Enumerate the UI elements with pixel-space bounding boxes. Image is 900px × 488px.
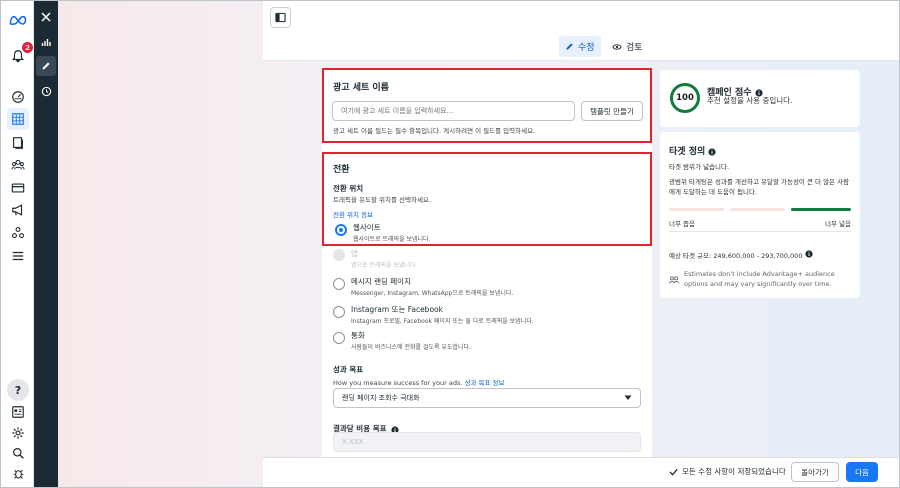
audience-status: 타겟 범위가 넓습니다. [669,163,730,171]
notifications-icon[interactable]: 2 [7,42,33,67]
estimate-note-line1: Estimates don't include Advantage+ audie… [684,270,835,278]
business-assets-icon[interactable] [7,222,29,244]
performance-goal-link[interactable]: 성과 목표 정보 [465,379,505,387]
radio-website[interactable] [335,224,347,236]
audience-title: 타겟 정의 [669,147,706,157]
meter-broad-segment [791,208,851,211]
search-icon[interactable] [7,442,29,464]
score-value: 100 [676,93,694,103]
close-icon[interactable] [36,7,56,27]
campaigns-table-icon[interactable] [7,108,29,130]
conversion-location-desc: 트래픽을 유도할 위치를 선택하세요. [333,196,431,204]
performance-goal-desc-line: How you measure success for your ads. 성과… [333,377,505,387]
app-window: 2 ? 수정 검토 광고 세트 이름 여기에 광고 세트 이름을 입력하세요..… [0,0,900,488]
checkmark-icon [669,468,678,476]
estimate-note: Estimates don't include Advantage+ audie… [684,269,835,289]
billing-card-icon[interactable] [7,177,29,199]
meter-broad-label: 너무 넓음 [825,220,851,228]
conversion-heading: 전환 [333,165,350,175]
all-tools-menu-icon[interactable] [7,245,29,267]
radio-app[interactable] [333,249,345,261]
audience-title-row: 타겟 정의 [669,141,716,160]
help-icon[interactable]: ? [7,379,29,401]
save-status-text: 모든 수정 사항이 저장되었습니다 [682,467,786,476]
adset-name-input[interactable]: 여기에 광고 세트 이름을 입력하세요... [332,101,575,121]
option-message-desc: Messenger, Instagram, WhatsApp으로 트래픽을 보냅… [351,290,514,297]
option-calls-title: 통화 [351,331,365,340]
score-desc: 추천 설정을 사용 중입니다. [707,96,793,105]
toggle-panel-button[interactable] [270,7,291,28]
score-ring: 100 [669,82,701,114]
bar-chart-icon[interactable] [36,32,56,52]
back-button[interactable]: 돌아가기 [791,462,839,482]
create-template-button[interactable]: 템플릿 만들기 [581,101,643,121]
performance-goal-select[interactable]: 랜딩 페이지 조회수 극대화 [333,388,641,408]
bug-report-icon[interactable] [7,462,29,484]
option-app-desc: 앱으로 트래픽을 보냅니다. [351,262,418,269]
cost-goal-input[interactable]: X.XXX [333,432,641,452]
settings-gear-icon[interactable] [7,422,29,444]
estimated-reach: 예상 타겟 규모: 249,600,000 - 293,700,000 [669,252,803,260]
editor-rail [34,1,58,487]
audience-info-icon[interactable] [708,141,716,160]
megaphone-icon[interactable] [7,199,29,221]
meta-logo-icon[interactable] [7,9,29,31]
conversion-location-label: 전환 위치 [333,184,364,193]
estimate-note-icon [669,270,679,289]
option-igfb-desc: Instagram 프로필, Facebook 페이지 또는 둘 다로 트래픽을… [351,318,534,325]
campaign-score-card: 100 캠페인 점수 추천 설정을 사용 중입니다. [660,70,860,127]
next-button[interactable]: 다음 [846,462,878,482]
estimate-note-line2: options and may vary significantly over … [684,280,832,288]
radio-message-landing[interactable] [333,278,345,290]
adset-name-heading: 광고 세트 이름 [333,83,389,93]
audience-desc: 광범위 타게팅은 성과를 개선하고 유달할 가능성이 큰 더 많은 사람에게 도… [669,178,850,196]
divider [669,231,851,232]
save-status: 모든 수정 사항이 저장되었습니다 [669,466,786,477]
meter-narrow-segment [669,208,724,211]
sidebar-toggle-icon [275,12,286,23]
conversion-section: 전환 전환 위치 트래픽을 유도할 위치를 선택하세요. 전환 위치 정보 웹사… [322,152,652,246]
radio-instagram-facebook[interactable] [333,306,345,318]
performance-goal-value: 랜딩 페이지 조회수 극대화 [342,394,420,402]
meter-narrow-label: 너무 좁음 [669,220,695,228]
option-website-desc: 웹사이트로 트래픽을 보냅니다. [353,236,431,243]
tab-review-label: 검토 [626,43,643,53]
edit-pencil-icon[interactable] [36,56,56,76]
option-app-title: 앱 [351,249,358,258]
performance-goal-desc: How you measure success for your ads. [333,379,463,387]
tab-edit[interactable]: 수정 [559,36,601,57]
audiences-icon[interactable] [7,154,29,176]
audience-definition-card: 타겟 정의 타겟 범위가 넓습니다. 광범위 타게팅은 성과를 개선하고 유달할… [660,132,860,298]
conversion-info-link[interactable]: 전환 위치 정보 [333,209,373,219]
option-website-title: 웹사이트 [353,223,381,232]
adset-name-section: 광고 세트 이름 여기에 광고 세트 이름을 입력하세요... 템플릿 만들기 … [322,68,652,143]
option-calls-desc: 사람들이 비즈니스에 전화를 걸도록 유도합니다. [351,344,471,351]
adset-name-helper: 광고 세트 이름 필드는 필수 항목입니다. 게시하려면 이 필드를 입력하세요… [333,127,536,135]
pencil-icon [566,43,573,50]
news-icon[interactable] [7,401,29,423]
tab-edit-label: 수정 [578,43,595,53]
dropdown-caret-icon [624,395,632,403]
dashboard-icon[interactable] [7,86,29,108]
tab-review[interactable]: 검토 [606,36,649,57]
performance-goal-label: 성과 목표 [333,365,364,374]
notification-badge: 2 [22,42,33,53]
option-igfb-title: Instagram 또는 Facebook [351,305,443,314]
eye-icon [612,43,622,50]
option-message-title: 메시지 랜딩 페이지 [351,277,411,286]
history-clock-icon[interactable] [36,81,56,101]
left-nav: 2 ? [1,1,34,487]
meter-middle-segment [730,208,785,211]
reach-row: 예상 타겟 규모: 249,600,000 - 293,700,000 [669,250,814,260]
pages-icon[interactable] [7,132,29,154]
radio-calls[interactable] [333,332,345,344]
reach-info-icon[interactable] [805,250,814,260]
